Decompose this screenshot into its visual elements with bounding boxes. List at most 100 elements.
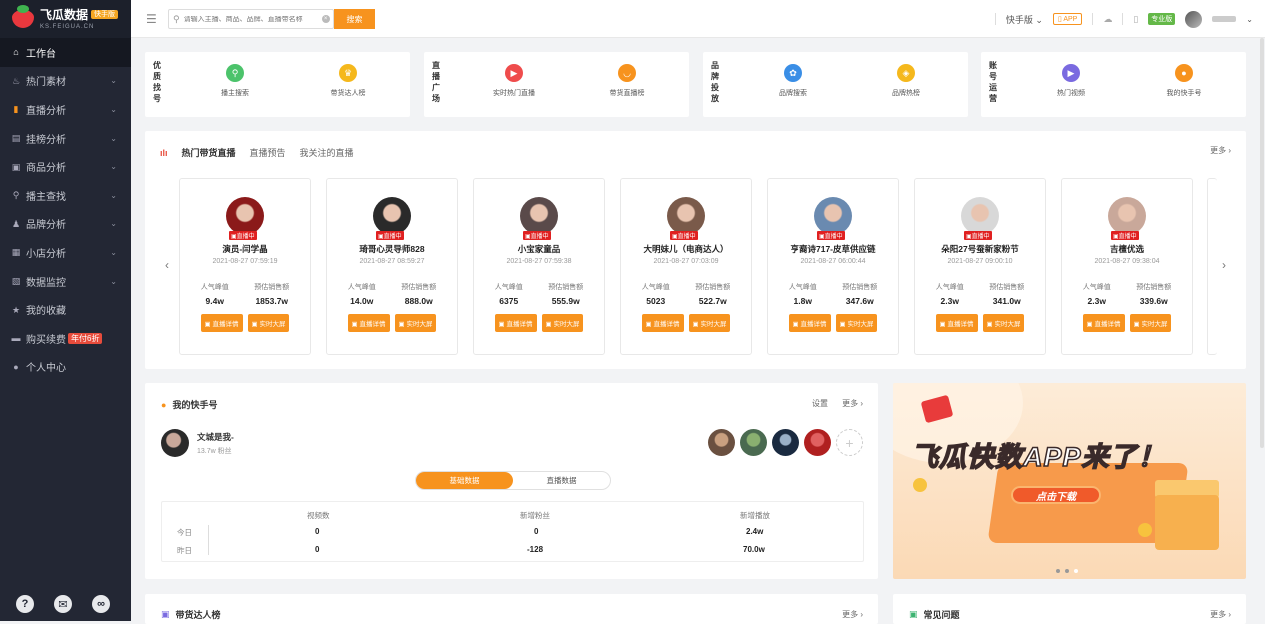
streamer-name[interactable]: 琦哥心灵导师828 <box>327 243 457 255</box>
sidebar-item-11[interactable]: ● 个人中心 <box>0 353 131 382</box>
streamer-name[interactable]: 亨裔诗717-皮草供应链 <box>768 243 898 255</box>
carousel-next-icon[interactable]: › <box>1222 258 1226 272</box>
tab-hot-live[interactable]: 热门带货直播 <box>182 146 236 159</box>
app-promo-banner[interactable]: 飞瓜快数APP来了！ 点击下载 <box>893 383 1246 579</box>
sidebar-item-7[interactable]: ▦ 小店分析 ⌄ <box>0 238 131 267</box>
carousel-prev-icon[interactable]: ‹ <box>165 258 169 272</box>
streamer-name[interactable]: 吉檀优选 <box>1062 243 1192 255</box>
stat-label: 预估销售额 <box>842 284 878 291</box>
streamer-name[interactable]: 朵阳27号蚕新家粉节 <box>915 243 1045 255</box>
version-switch[interactable]: 快手版 ⌄ <box>1006 13 1043 26</box>
quick-link[interactable]: ⚲ 播主搜索 <box>195 64 275 98</box>
streamer-card[interactable]: ▣直播中 演员-闫学晶 2021-08-27 07:59:19 人气峰值 9.4w… <box>179 178 311 355</box>
realtime-screen-button[interactable]: ▣ 实时大屏 <box>688 314 731 332</box>
streamer-card[interactable]: ▣直播中 大明妹儿（电商达人） 2021-08-27 07:03:09 人气峰值… <box>620 178 752 355</box>
quick-link[interactable]: ▶ 实时热门直播 <box>474 64 554 98</box>
realtime-screen-button[interactable]: ▣ 实时大屏 <box>982 314 1025 332</box>
streamer-avatar[interactable]: ▣直播中 <box>520 197 558 240</box>
streamer-avatar[interactable]: ▣直播中 <box>814 197 852 240</box>
sales-value: 888.0w <box>404 296 433 306</box>
streamer-avatar[interactable]: ▣直播中 <box>961 197 999 240</box>
chevron-down-icon[interactable]: ⌄ <box>1246 15 1253 24</box>
top-sellers-more-link[interactable]: 更多 › <box>842 609 863 620</box>
sidebar-item-10[interactable]: ▬ 购买续费 年付6折 <box>0 324 131 353</box>
follower-avatar[interactable] <box>740 429 767 456</box>
streamer-avatar[interactable]: ▣直播中 <box>373 197 411 240</box>
add-account-icon[interactable]: + <box>836 429 863 456</box>
streamer-card[interactable]: ▣直播中 朵阳27号蚕新家粉节 2021-08-27 09:00:10 人气峰值… <box>914 178 1046 355</box>
live-detail-button[interactable]: ▣ 直播详情 <box>935 314 978 332</box>
quick-link[interactable]: ♛ 带货达人榜 <box>308 64 388 98</box>
quick-card-label: 账号运营 <box>989 61 997 103</box>
streamer-card[interactable]: ▣直播中 琦哥心灵导师828 2021-08-27 08:59:27 人气峰值 1… <box>326 178 458 355</box>
hot-more-link[interactable]: 更多 › <box>1210 145 1231 156</box>
live-detail-button[interactable]: ▣ 直播详情 <box>200 314 243 332</box>
carousel-dot[interactable] <box>1056 569 1060 573</box>
sidebar-item-3[interactable]: ▤ 挂榜分析 ⌄ <box>0 124 131 153</box>
sidebar-item-6[interactable]: ♟ 品牌分析 ⌄ <box>0 210 131 239</box>
menu-toggle-icon[interactable]: ☰ <box>146 12 157 26</box>
follower-avatar[interactable] <box>772 429 799 456</box>
live-detail-button[interactable]: ▣ 直播详情 <box>641 314 684 332</box>
live-detail-button[interactable]: ▣ 直播详情 <box>1082 314 1125 332</box>
user-name-blurred[interactable] <box>1212 16 1237 22</box>
tab-followed-live[interactable]: 我关注的直播 <box>300 146 354 159</box>
realtime-screen-button[interactable]: ▣ 实时大屏 <box>247 314 290 332</box>
follower-avatar[interactable] <box>804 429 831 456</box>
streamer-name[interactable]: 演员-闫学晶 <box>180 243 310 255</box>
live-detail-button[interactable]: ▣ 直播详情 <box>494 314 537 332</box>
realtime-screen-button[interactable]: ▣ 实时大屏 <box>541 314 584 332</box>
sidebar-item-2[interactable]: ▮ 直播分析 ⌄ <box>0 95 131 124</box>
tab-live-preview[interactable]: 直播预告 <box>250 146 286 159</box>
brand-logo[interactable]: 飞瓜数据 快手版 KS.FEIGUA.CN <box>0 0 131 38</box>
streamer-name[interactable]: 大明妹儿（电商达人） <box>621 243 751 255</box>
streamer-avatar[interactable]: ▣直播中 <box>667 197 705 240</box>
app-button[interactable]: ▯ APP <box>1052 13 1083 25</box>
download-button[interactable]: 点击下载 <box>1011 486 1101 504</box>
search-button[interactable]: 搜索 <box>334 9 375 29</box>
streamer-name[interactable]: 小宝家童品 <box>474 243 604 255</box>
search-icon: ⚲ <box>12 190 20 201</box>
wechat-icon[interactable]: ✉ <box>54 595 72 613</box>
my-account-more-link[interactable]: 更多 › <box>842 398 863 409</box>
follower-avatar[interactable] <box>708 429 735 456</box>
quick-link[interactable]: ✿ 品牌搜索 <box>753 64 833 98</box>
live-detail-button[interactable]: ▣ 直播详情 <box>347 314 390 332</box>
settings-link[interactable]: 设置 <box>812 398 828 409</box>
scrollbar[interactable] <box>1260 38 1264 448</box>
quick-link[interactable]: ◡ 带货直播榜 <box>587 64 667 98</box>
quick-link[interactable]: ◈ 品牌热榜 <box>866 64 946 98</box>
streamer-card[interactable]: ▣直播中 亨裔诗717-皮草供应链 2021-08-27 06:00:44 人气… <box>767 178 899 355</box>
sidebar-item-8[interactable]: ▧ 数据监控 ⌄ <box>0 267 131 296</box>
tab-live-data[interactable]: 直播数据 <box>513 472 610 489</box>
search-input[interactable] <box>183 15 322 23</box>
sidebar-item-0[interactable]: ⌂ 工作台 <box>0 38 131 67</box>
sidebar-item-4[interactable]: ▣ 商品分析 ⌄ <box>0 152 131 181</box>
mobile-icon[interactable]: ▯ <box>1133 14 1138 25</box>
streamer-card[interactable]: ▣直播中 吉檀优选 2021-08-27 09:38:04 人气峰值 2.3w 预… <box>1061 178 1193 355</box>
account-avatar[interactable] <box>161 429 189 457</box>
realtime-screen-button[interactable]: ▣ 实时大屏 <box>394 314 437 332</box>
peak-value: 9.4w <box>205 296 224 306</box>
clear-icon[interactable]: × <box>321 15 330 23</box>
sidebar-item-1[interactable]: ♨ 热门素材 ⌄ <box>0 67 131 96</box>
quick-link-label: 播主搜索 <box>221 90 249 97</box>
tab-basic-data[interactable]: 基础数据 <box>416 472 513 489</box>
user-avatar[interactable] <box>1185 10 1203 28</box>
quick-link[interactable]: ● 我的快手号 <box>1144 64 1224 98</box>
realtime-screen-button[interactable]: ▣ 实时大屏 <box>1129 314 1172 332</box>
carousel-dot[interactable] <box>1074 569 1078 573</box>
carousel-dot[interactable] <box>1065 569 1069 573</box>
live-detail-button[interactable]: ▣ 直播详情 <box>788 314 831 332</box>
help-icon[interactable]: ? <box>16 595 34 613</box>
faq-more-link[interactable]: 更多 › <box>1210 609 1231 620</box>
sidebar-item-9[interactable]: ★ 我的收藏 <box>0 295 131 324</box>
sidebar-item-5[interactable]: ⚲ 播主查找 ⌄ <box>0 181 131 210</box>
cloud-icon[interactable]: ☁ <box>1103 14 1112 25</box>
streamer-card[interactable]: ▣直播中 小宝家童品 2021-08-27 07:59:38 人气峰值 6375 … <box>473 178 605 355</box>
link-icon[interactable]: ∞ <box>92 595 110 613</box>
streamer-avatar[interactable]: ▣直播中 <box>1108 197 1146 240</box>
quick-link[interactable]: ▶ 热门视频 <box>1031 64 1111 98</box>
realtime-screen-button[interactable]: ▣ 实时大屏 <box>835 314 878 332</box>
streamer-avatar[interactable]: ▣直播中 <box>226 197 264 240</box>
